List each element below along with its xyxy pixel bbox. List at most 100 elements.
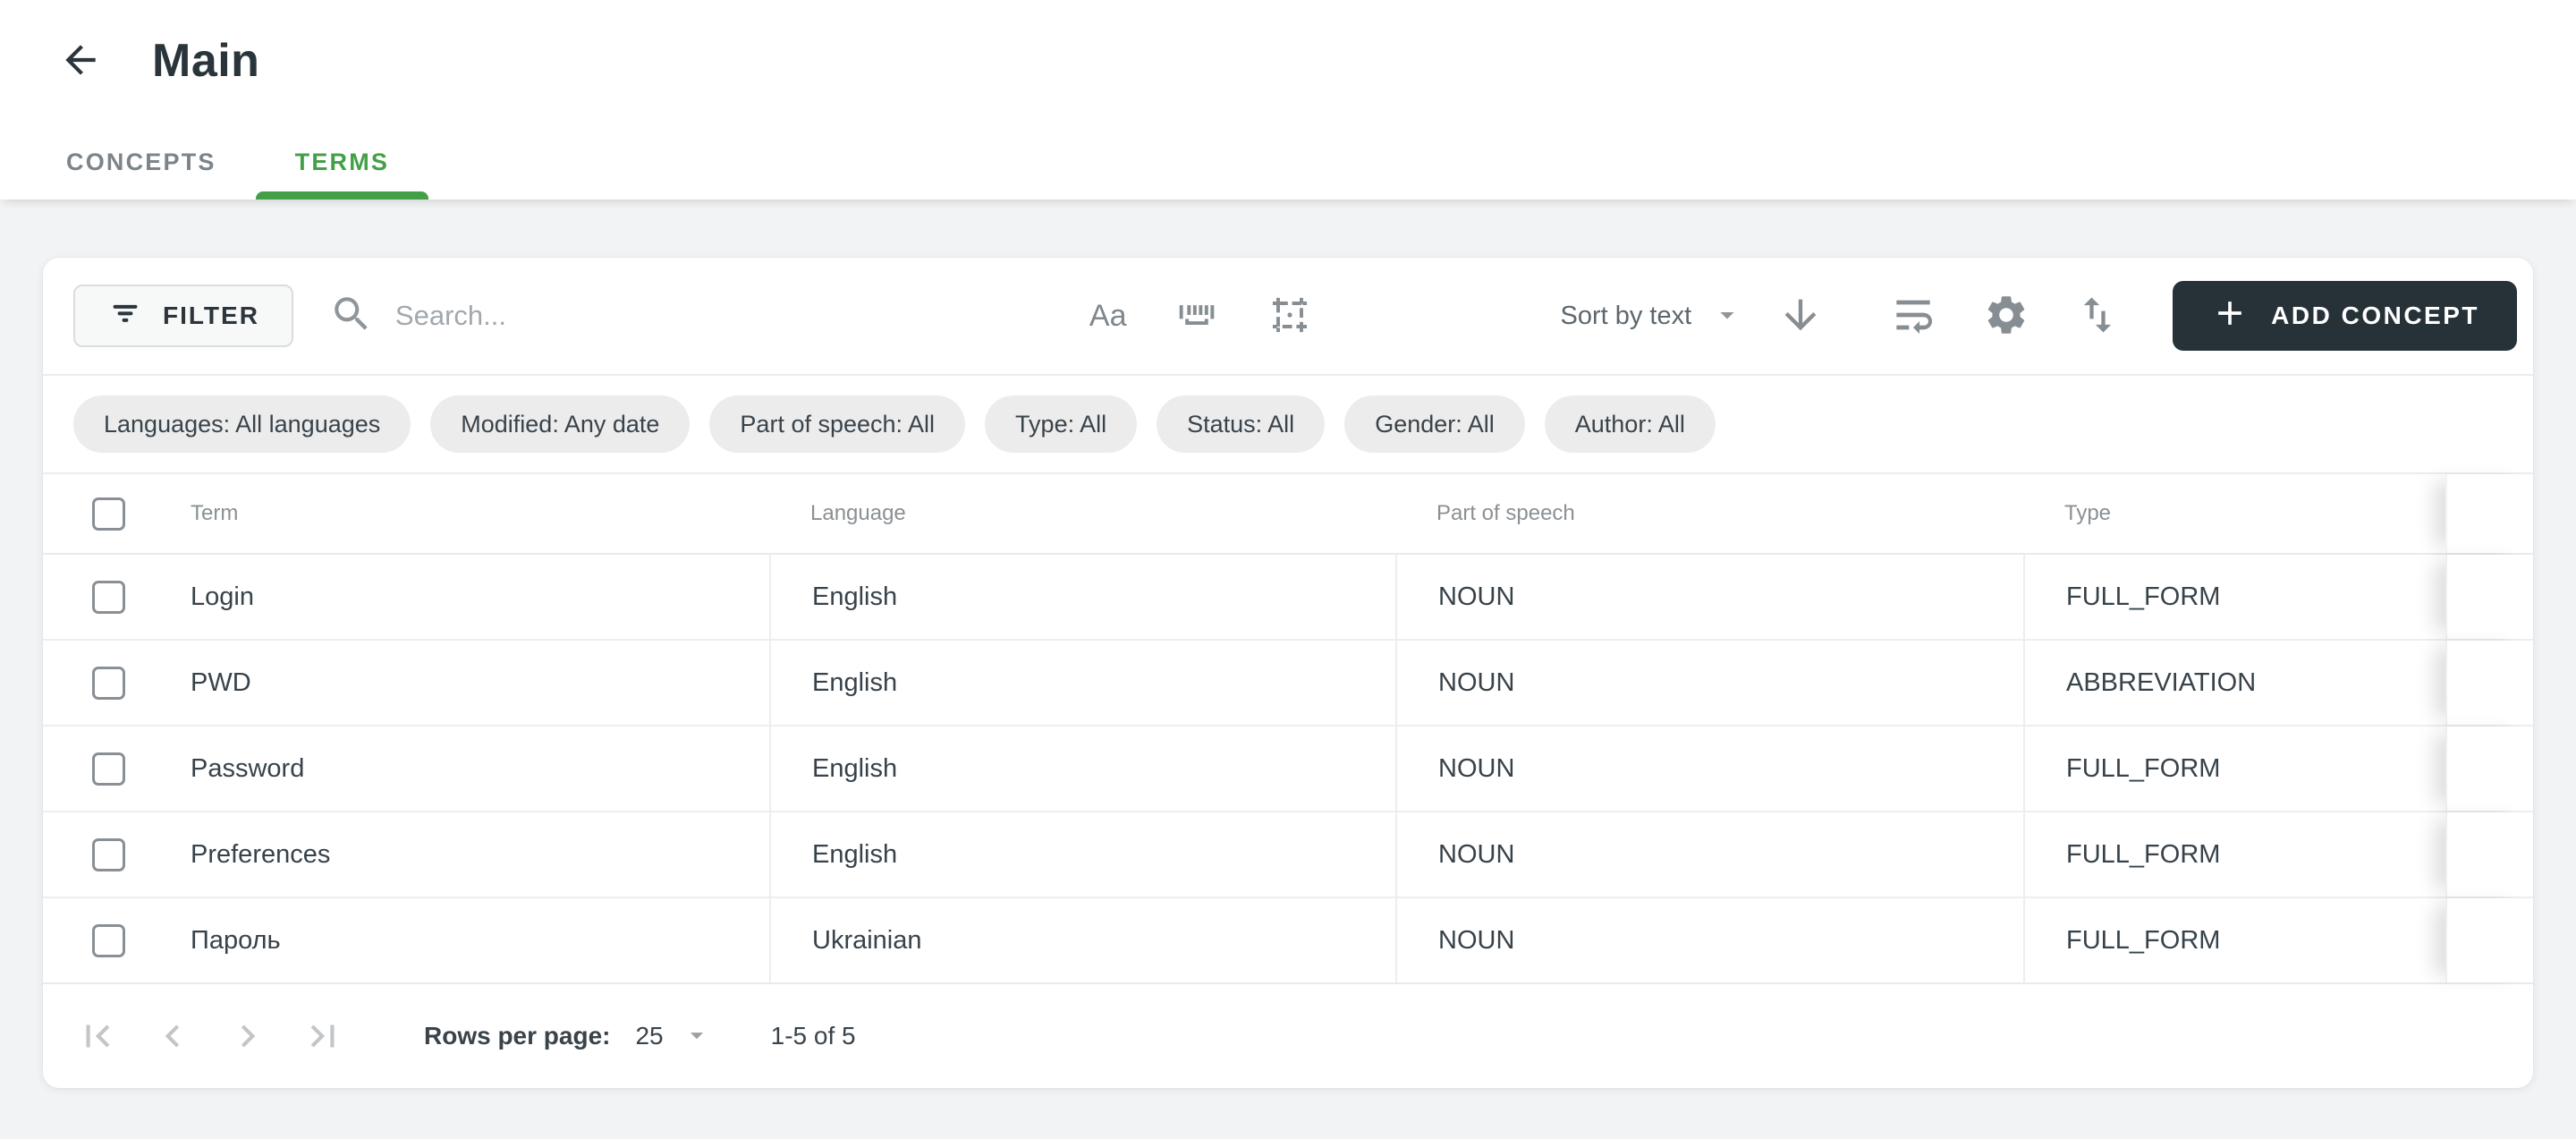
filter-chip[interactable]: Languages: All languages xyxy=(73,395,411,453)
type-value: FULL_FORM xyxy=(2023,898,2445,982)
term-value: PWD xyxy=(191,668,251,698)
row-checkbox[interactable] xyxy=(92,581,125,614)
first-page-button[interactable] xyxy=(75,1014,120,1058)
chevron-right-icon xyxy=(225,1014,270,1061)
language-value: English xyxy=(769,641,1395,725)
caret-down-icon xyxy=(682,1020,712,1053)
pinned-cell xyxy=(2445,898,2533,982)
term-value: Password xyxy=(191,754,304,784)
first-page-icon xyxy=(75,1014,120,1061)
caret-down-icon xyxy=(1711,299,1743,334)
settings-button[interactable] xyxy=(1983,292,2029,341)
table-row[interactable]: PWD English NOUN ABBREVIATION xyxy=(43,641,2533,727)
sort-label: Sort by text xyxy=(1560,302,1691,331)
part-of-speech-value: NOUN xyxy=(1395,727,2023,811)
table-row[interactable]: Login English NOUN FULL_FORM xyxy=(43,555,2533,641)
arrow-back-icon xyxy=(58,38,103,85)
pagination-bar: Rows per page: 25 1-5 of 5 xyxy=(43,984,2533,1088)
row-checkbox[interactable] xyxy=(92,924,125,957)
rows-per-page-label: Rows per page: xyxy=(424,1022,610,1050)
last-page-icon xyxy=(301,1014,345,1061)
plus-icon xyxy=(2210,293,2250,339)
filter-chip-label: Status: All xyxy=(1187,411,1294,438)
term-value: Пароль xyxy=(191,926,281,956)
filter-chip[interactable]: Modified: Any date xyxy=(430,395,690,453)
rows-per-page-dropdown[interactable] xyxy=(682,1020,712,1053)
swap-vertical-icon xyxy=(2074,292,2121,341)
header-top: Main xyxy=(0,0,2576,88)
select-all-checkbox[interactable] xyxy=(92,497,125,531)
filter-icon xyxy=(107,295,143,337)
sort-dropdown-button[interactable] xyxy=(1711,299,1743,334)
term-cell: Password xyxy=(43,727,769,811)
selection-frame-icon xyxy=(1267,292,1313,341)
toolbar-actions xyxy=(1888,290,2121,343)
language-value: English xyxy=(769,555,1395,639)
sort-direction-button[interactable] xyxy=(1777,292,1824,341)
language-value: English xyxy=(769,727,1395,811)
filter-chip[interactable]: Author: All xyxy=(1545,395,1716,453)
filter-chip[interactable]: Status: All xyxy=(1157,395,1325,453)
filter-chip-label: Part of speech: All xyxy=(740,411,935,438)
tab-terms[interactable]: TERMS xyxy=(256,124,429,200)
next-page-button[interactable] xyxy=(225,1014,270,1058)
chevron-left-icon xyxy=(150,1014,195,1061)
row-checkbox[interactable] xyxy=(92,667,125,700)
row-checkbox[interactable] xyxy=(92,838,125,871)
page-header: Main CONCEPTS TERMS xyxy=(0,0,2576,200)
match-case-button[interactable]: Aa xyxy=(1089,299,1127,334)
arrow-down-icon xyxy=(1777,292,1824,341)
language-value: English xyxy=(769,812,1395,897)
term-value: Login xyxy=(191,582,254,612)
term-cell: Пароль xyxy=(43,898,769,982)
terms-card: FILTER Aa xyxy=(43,258,2533,1088)
term-value: Preferences xyxy=(191,840,330,870)
filter-chip[interactable]: Type: All xyxy=(985,395,1137,453)
back-button[interactable] xyxy=(55,36,106,86)
pinned-cell xyxy=(2445,812,2533,897)
part-of-speech-value: NOUN xyxy=(1395,898,2023,982)
pagination-range: 1-5 of 5 xyxy=(771,1022,856,1050)
sort-control: Sort by text xyxy=(1560,292,1824,341)
column-header-term: Term xyxy=(191,501,238,526)
filter-chip-label: Author: All xyxy=(1575,411,1685,438)
tab-bar: CONCEPTS TERMS xyxy=(27,124,428,200)
table-row[interactable]: Пароль Ukrainian NOUN FULL_FORM xyxy=(43,898,2533,984)
gear-icon xyxy=(1983,292,2029,341)
header-cell-term: Term xyxy=(43,474,769,553)
wrap-text-button[interactable] xyxy=(1888,290,1938,343)
table-row[interactable]: Preferences English NOUN FULL_FORM xyxy=(43,812,2533,898)
add-concept-button[interactable]: ADD CONCEPT xyxy=(2173,281,2517,351)
column-header-language: Language xyxy=(769,474,1395,553)
pinned-cell xyxy=(2445,727,2533,811)
row-checkbox[interactable] xyxy=(92,752,125,786)
type-value: FULL_FORM xyxy=(2023,812,2445,897)
last-page-button[interactable] xyxy=(301,1014,345,1058)
filter-chip[interactable]: Part of speech: All xyxy=(709,395,965,453)
tab-concepts[interactable]: CONCEPTS xyxy=(27,124,256,200)
filter-button-label: FILTER xyxy=(163,302,259,330)
rows-per-page-value: 25 xyxy=(635,1022,663,1050)
column-header-type: Type xyxy=(2023,474,2445,553)
whole-word-icon xyxy=(1174,292,1220,341)
filter-button[interactable]: FILTER xyxy=(73,285,293,347)
table-row[interactable]: Password English NOUN FULL_FORM xyxy=(43,727,2533,812)
active-tab-indicator xyxy=(256,191,429,200)
filter-chip-label: Modified: Any date xyxy=(461,411,659,438)
pinned-column-header xyxy=(2445,474,2533,553)
type-value: FULL_FORM xyxy=(2023,727,2445,811)
search-icon xyxy=(329,292,374,341)
pinned-cell xyxy=(2445,641,2533,725)
language-value: Ukrainian xyxy=(769,898,1395,982)
filter-chip-label: Languages: All languages xyxy=(104,411,380,438)
search-input[interactable] xyxy=(395,300,1089,332)
term-cell: PWD xyxy=(43,641,769,725)
filter-chip[interactable]: Gender: All xyxy=(1344,395,1525,453)
add-concept-label: ADD CONCEPT xyxy=(2271,302,2479,330)
previous-page-button[interactable] xyxy=(150,1014,195,1058)
part-of-speech-value: NOUN xyxy=(1395,812,2023,897)
exact-match-button[interactable] xyxy=(1267,292,1313,341)
swap-order-button[interactable] xyxy=(2074,292,2121,341)
whole-word-button[interactable] xyxy=(1174,292,1220,341)
filter-chips: Languages: All languages Modified: Any d… xyxy=(43,376,2533,474)
